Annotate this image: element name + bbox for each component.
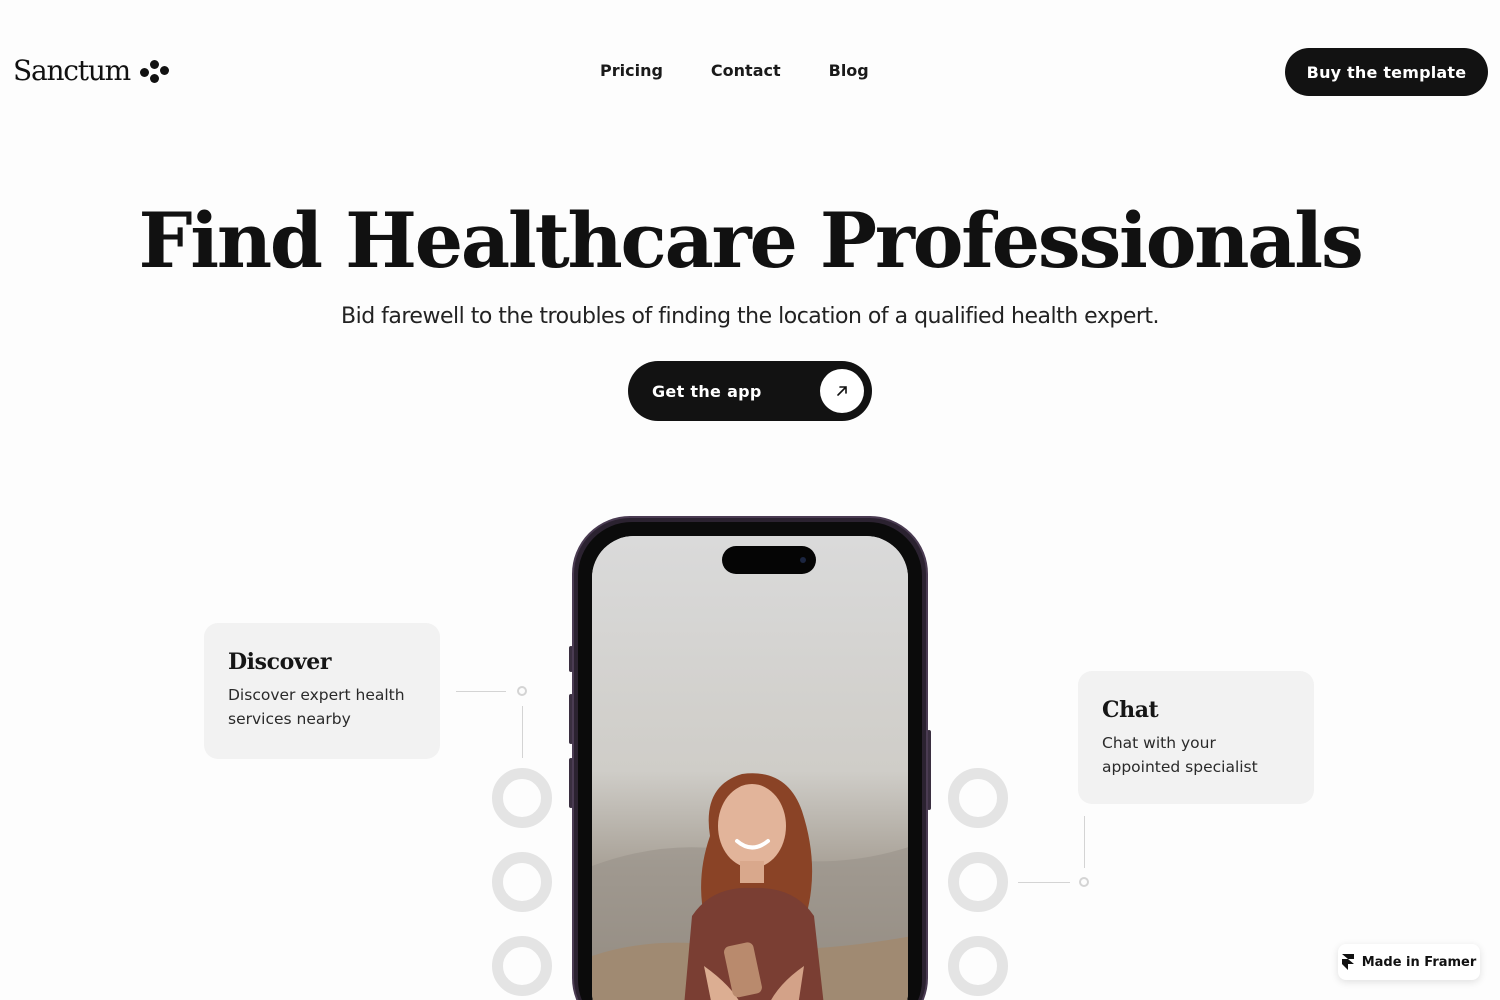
chat-card: Chat Chat with your appointed specialist xyxy=(1078,671,1314,804)
phone-mockup xyxy=(572,516,928,1000)
buy-template-button[interactable]: Buy the template xyxy=(1285,48,1488,96)
hero-title: Find Healthcare Professionals xyxy=(138,196,1363,285)
logo-dots-icon xyxy=(140,58,170,84)
nav-blog[interactable]: Blog xyxy=(829,61,869,80)
made-in-framer-badge[interactable]: Made in Framer xyxy=(1338,944,1480,980)
ring-decoration xyxy=(492,768,552,828)
nav-contact[interactable]: Contact xyxy=(711,61,781,80)
nav-pricing[interactable]: Pricing xyxy=(600,61,663,80)
discover-connector-vertical xyxy=(522,706,523,758)
ring-decoration xyxy=(948,936,1008,996)
framer-badge-label: Made in Framer xyxy=(1361,954,1477,970)
chat-desc: Chat with your appointed specialist xyxy=(1102,734,1258,776)
discover-connector xyxy=(456,691,506,692)
chat-node xyxy=(1079,877,1089,887)
discover-card: Discover Discover expert health services… xyxy=(204,623,440,759)
logo-text: Sanctum xyxy=(13,54,131,87)
discover-node xyxy=(517,686,527,696)
hero-subtitle: Bid farewell to the troubles of finding … xyxy=(340,304,1160,329)
woman-photo xyxy=(592,536,908,1000)
ring-decoration xyxy=(492,852,552,912)
ring-decoration xyxy=(492,936,552,996)
logo[interactable]: Sanctum xyxy=(13,54,170,87)
arrow-up-right-icon xyxy=(820,369,864,413)
chat-connector xyxy=(1018,882,1070,883)
dynamic-island xyxy=(722,546,816,574)
camera-icon xyxy=(800,557,806,563)
discover-desc: Discover expert health services nearby xyxy=(228,686,405,728)
chat-title: Chat xyxy=(1102,697,1159,723)
phone-screen xyxy=(592,536,908,1000)
ring-decoration xyxy=(948,768,1008,828)
get-app-button[interactable]: Get the app xyxy=(628,361,872,421)
ring-decoration xyxy=(948,852,1008,912)
get-app-label: Get the app xyxy=(652,381,762,401)
framer-icon xyxy=(1341,954,1354,970)
chat-connector-vertical xyxy=(1084,816,1085,868)
main-nav: Pricing Contact Blog xyxy=(600,61,869,80)
phone-bezel xyxy=(578,522,922,1000)
discover-title: Discover xyxy=(228,649,332,675)
